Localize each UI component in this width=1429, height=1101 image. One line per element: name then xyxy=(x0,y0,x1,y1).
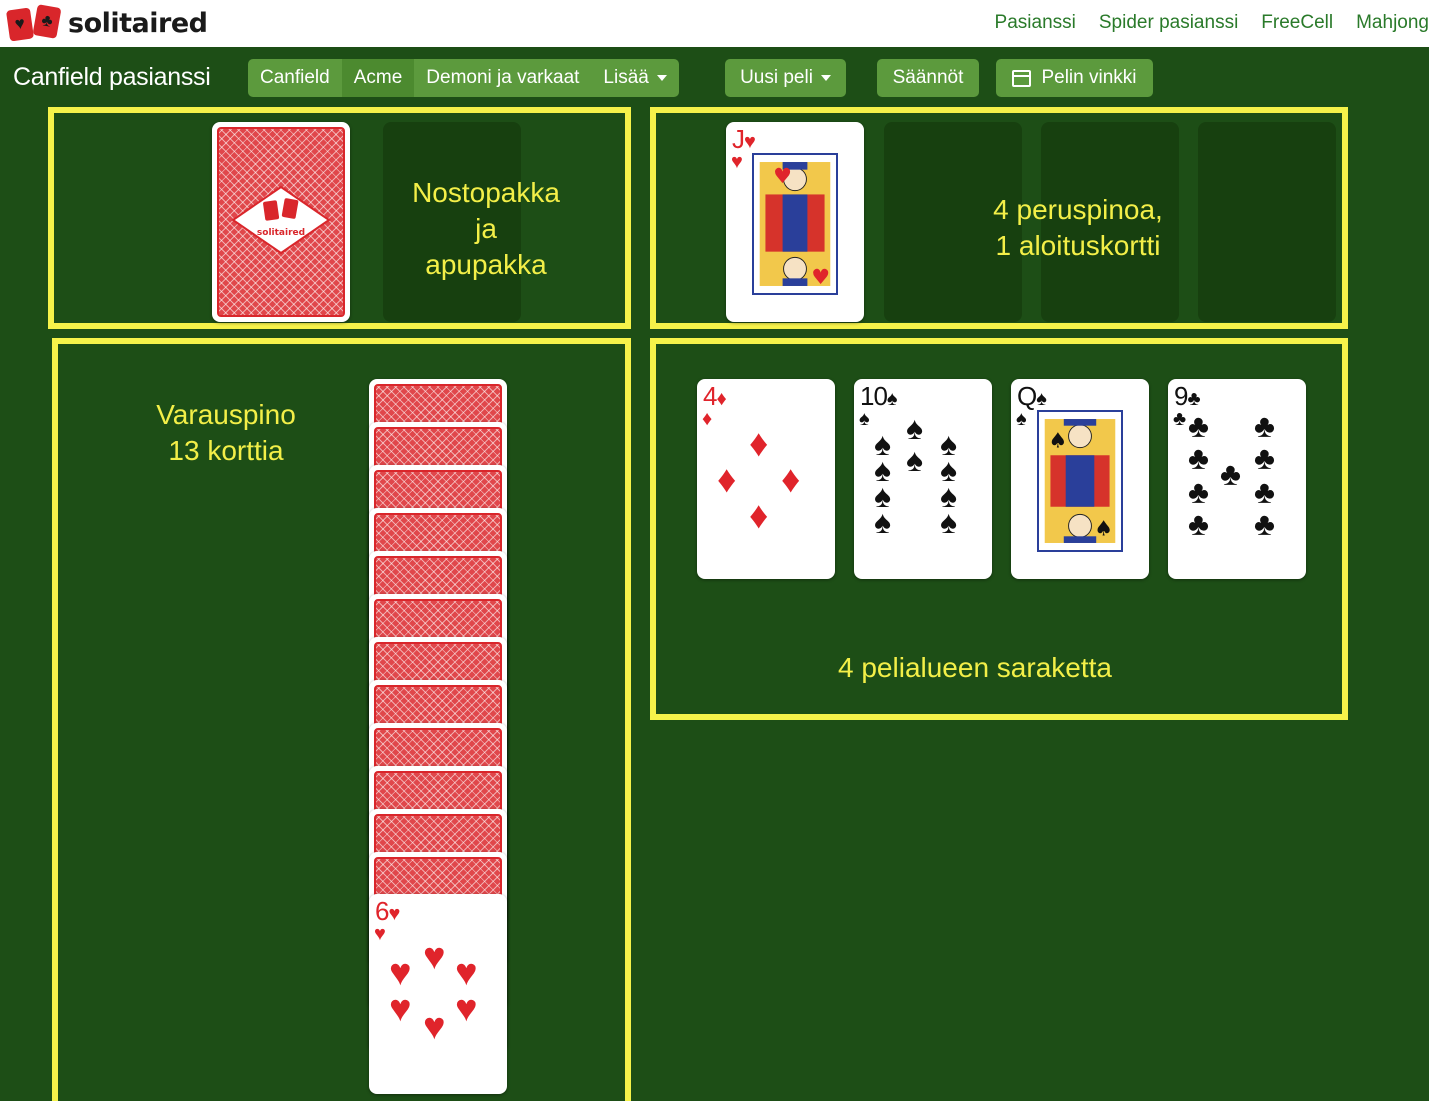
nav-link-mahjong[interactable]: Mahjong xyxy=(1356,12,1429,34)
reserve-zone-label: Varauspino 13 korttia xyxy=(110,397,342,469)
card-suit-text: ♥ xyxy=(744,131,756,153)
card-rank-text: J xyxy=(732,124,745,154)
foundation-label-line: 1 aloituskortti xyxy=(995,230,1161,261)
stock-label-line: Nostopakka xyxy=(412,177,560,208)
diamond-icon: ♦ xyxy=(781,459,801,501)
page-title: Canfield pasianssi xyxy=(13,63,211,91)
hint-label: Pelin vinkki xyxy=(1041,67,1137,88)
spade-icon: ♠ xyxy=(1016,408,1027,430)
reserve-label-line: 13 korttia xyxy=(168,435,284,466)
foundation-slot[interactable] xyxy=(1198,122,1336,322)
club-icon: ♣ xyxy=(1188,440,1209,476)
variant-tabs: Canfield Acme Demoni ja varkaat Lisää xyxy=(248,59,679,97)
tab-acme[interactable]: Acme xyxy=(341,59,415,97)
tableau-zone-label: 4 pelialueen saraketta xyxy=(838,652,1112,683)
club-icon: ♣ xyxy=(1254,506,1275,542)
svg-text:♠: ♠ xyxy=(1049,429,1068,453)
stock-label-line: ja xyxy=(475,213,497,244)
svg-text:♥: ♥ xyxy=(811,265,830,289)
nav-link-pasianssi[interactable]: Pasianssi xyxy=(995,12,1076,34)
tableau-card-4-diamonds[interactable]: 4♦ ♦ ♦ ♦ ♦ ♦ xyxy=(697,379,835,579)
spade-icon: ♠ xyxy=(859,408,870,430)
heart-icon: ♥ xyxy=(374,923,386,945)
card-back-logo-text: solitaired xyxy=(257,228,305,238)
tableau-card-9-clubs[interactable]: 9♣ ♣ ♣ ♣ ♣ ♣ ♣ ♣ ♣ ♣ ♣ xyxy=(1168,379,1306,579)
tableau-card-10-spades[interactable]: 10♠ ♠ ♠ ♠ ♠ ♠ ♠ ♠ ♠ ♠ ♠ ♠ xyxy=(854,379,992,579)
queen-of-spades-icon: ♠ ♠ xyxy=(1037,410,1123,552)
card-suit-text: ♠ xyxy=(886,388,898,410)
reserve-top-card[interactable]: 6♥ ♥ ♥ ♥ ♥ ♥ ♥ ♥ xyxy=(369,894,507,1094)
brand-name: solitaired xyxy=(68,7,208,39)
club-icon: ♣ xyxy=(1173,408,1187,430)
new-game-button[interactable]: Uusi peli xyxy=(725,59,846,97)
card-back-logo-icon: solitaired xyxy=(231,185,331,255)
club-icon: ♣ xyxy=(1254,440,1275,476)
heart-icon: ♥ xyxy=(455,988,478,1030)
calendar-icon xyxy=(1012,69,1032,87)
card-rank-text: 10 xyxy=(860,381,888,411)
spade-icon: ♠ xyxy=(874,504,891,540)
diamond-icon: ♦ xyxy=(702,408,713,430)
nav-link-spider[interactable]: Spider pasianssi xyxy=(1099,12,1238,34)
club-icon: ♣ xyxy=(1220,456,1241,492)
heart-icon: ♥ xyxy=(423,1006,446,1048)
heart-icon: ♥ xyxy=(389,988,412,1030)
logo-cards-icon: ♥ ♣ xyxy=(5,4,62,42)
stock-label-line: apupakka xyxy=(425,249,547,280)
chevron-down-icon xyxy=(656,75,667,81)
spade-icon: ♠ xyxy=(906,442,923,478)
tab-demoni-ja-varkaat[interactable]: Demoni ja varkaat xyxy=(414,59,592,97)
heart-icon: ♥ xyxy=(455,952,478,994)
top-navbar: ♥ ♣ solitaired Pasianssi Spider pasianss… xyxy=(0,0,1429,47)
diamond-icon: ♦ xyxy=(717,459,737,501)
diamond-icon: ♦ xyxy=(749,423,769,465)
reserve-label-line: Varauspino xyxy=(156,399,296,430)
card-rank-text: 9 xyxy=(1174,381,1189,411)
more-dropdown[interactable]: Lisää xyxy=(591,59,679,97)
jack-of-hearts-icon: ♥ ♥ xyxy=(752,153,838,295)
hint-button[interactable]: Pelin vinkki xyxy=(996,59,1153,97)
heart-icon: ♥ xyxy=(389,952,412,994)
card-rank-text: 6 xyxy=(375,896,390,926)
svg-text:♥: ♥ xyxy=(773,164,792,188)
more-label: Lisää xyxy=(603,67,649,88)
stock-pile[interactable]: solitaired xyxy=(212,122,350,322)
top-links: Pasianssi Spider pasianssi FreeCell Mahj… xyxy=(972,12,1429,34)
tab-canfield[interactable]: Canfield xyxy=(248,59,342,97)
stock-zone-label: Nostopakka ja apupakka xyxy=(383,175,589,283)
svg-text:♠: ♠ xyxy=(1094,516,1113,540)
tableau-card-queen-spades[interactable]: Q♠ ♠ ♠ ♠ xyxy=(1011,379,1149,579)
diamond-icon: ♦ xyxy=(749,495,769,537)
heart-icon: ♥ xyxy=(423,936,446,978)
club-icon: ♣ xyxy=(1188,506,1209,542)
foundation-zone-label: 4 peruspinoa, 1 aloituskortti xyxy=(950,192,1206,264)
new-game-label: Uusi peli xyxy=(740,67,813,88)
heart-icon: ♥ xyxy=(731,151,743,173)
nav-link-freecell[interactable]: FreeCell xyxy=(1261,12,1333,34)
card-rank-text: Q xyxy=(1017,381,1037,411)
foundation-card-jack-hearts[interactable]: J♥ ♥ ♥ ♥ xyxy=(726,122,864,322)
card-rank-text: 4 xyxy=(703,381,718,411)
rules-label: Säännöt xyxy=(892,67,964,88)
brand-logo[interactable]: ♥ ♣ solitaired xyxy=(5,4,208,42)
card-suit-text: ♦ xyxy=(716,388,726,410)
foundation-label-line: 4 peruspinoa, xyxy=(993,194,1163,225)
card-suit-text: ♥ xyxy=(388,903,400,925)
chevron-down-icon xyxy=(820,75,831,81)
spade-icon: ♠ xyxy=(940,504,957,540)
rules-button[interactable]: Säännöt xyxy=(877,59,979,97)
card-suit-text: ♠ xyxy=(1036,388,1047,410)
